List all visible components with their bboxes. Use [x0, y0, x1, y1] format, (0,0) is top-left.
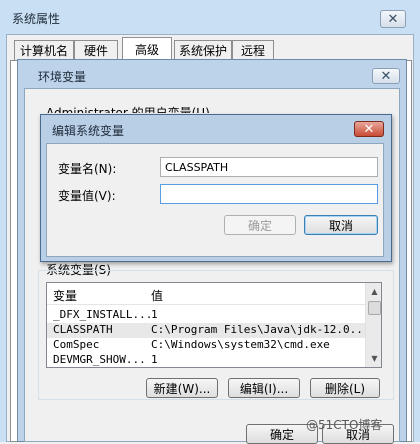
watermark-text: @51CTO博客 [306, 418, 383, 432]
row-variable-name: _DFX_INSTALL... [53, 308, 153, 321]
close-icon: ✕ [380, 68, 392, 84]
system-properties-title: 系统属性 [12, 12, 61, 26]
edit-system-variable-title: 编辑系统变量 [52, 124, 125, 138]
tab-remote[interactable]: 远程 [232, 40, 274, 60]
tab-advanced[interactable]: 高级 [122, 37, 172, 61]
row-variable-value: C:\Program Files\Java\jdk-12.0.... [151, 323, 377, 336]
variable-name-label: 变量名(N): [58, 162, 117, 176]
row-variable-value: 1 [151, 353, 158, 366]
table-row-selected[interactable]: CLASSPATH C:\Program Files\Java\jdk-12.0… [47, 323, 376, 338]
edit-variable-button[interactable]: 编辑(I)... [228, 378, 300, 398]
list-header: 变量 值 [47, 283, 365, 305]
environment-variables-title: 环境变量 [38, 70, 87, 84]
edit-cancel-button[interactable]: 取消 [304, 215, 378, 235]
row-variable-value: 1 [151, 308, 158, 321]
close-icon: ✕ [387, 11, 399, 27]
vertical-scrollbar[interactable]: ▲ ▼ [365, 283, 381, 367]
chevron-down-icon[interactable]: ▼ [367, 351, 381, 365]
new-variable-button[interactable]: 新建(W)... [146, 378, 218, 398]
column-header-value[interactable]: 值 [151, 287, 163, 304]
row-variable-value: C:\Windows\system32\cmd.exe [151, 338, 330, 351]
tab-computer-name[interactable]: 计算机名 [14, 40, 74, 60]
variable-value-input[interactable] [160, 184, 378, 204]
variable-value-label: 变量值(V): [58, 189, 116, 203]
row-variable-name: ComSpec [53, 338, 100, 351]
scrollbar-thumb[interactable] [368, 301, 381, 315]
table-row[interactable]: _DFX_INSTALL... 1 [47, 308, 365, 323]
environment-variables-close-button[interactable]: ✕ [372, 68, 400, 84]
column-header-variable[interactable]: 变量 [53, 287, 77, 304]
system-variables-list[interactable]: 变量 值 _DFX_INSTALL... 1 CLASSPATH C:\Prog… [46, 282, 382, 368]
close-icon: ✕ [363, 121, 375, 137]
variable-name-input[interactable] [160, 157, 378, 177]
system-properties-close-button[interactable]: ✕ [380, 10, 406, 28]
chevron-up-icon[interactable]: ▲ [367, 284, 381, 298]
row-variable-name: CLASSPATH [53, 323, 113, 336]
edit-ok-button[interactable]: 确定 [224, 215, 296, 235]
table-row[interactable]: ComSpec C:\Windows\system32\cmd.exe [47, 338, 365, 353]
table-row[interactable]: DEVMGR_SHOW... 1 [47, 353, 365, 367]
tab-system-protection[interactable]: 系统保护 [174, 40, 232, 60]
tab-hardware[interactable]: 硬件 [74, 40, 118, 60]
row-variable-name: DEVMGR_SHOW... [53, 353, 146, 366]
edit-dialog-close-button[interactable]: ✕ [354, 121, 384, 137]
delete-variable-button[interactable]: 删除(L) [310, 378, 380, 398]
user-variables-label: Administrator 的用户变量(U) [46, 106, 210, 113]
